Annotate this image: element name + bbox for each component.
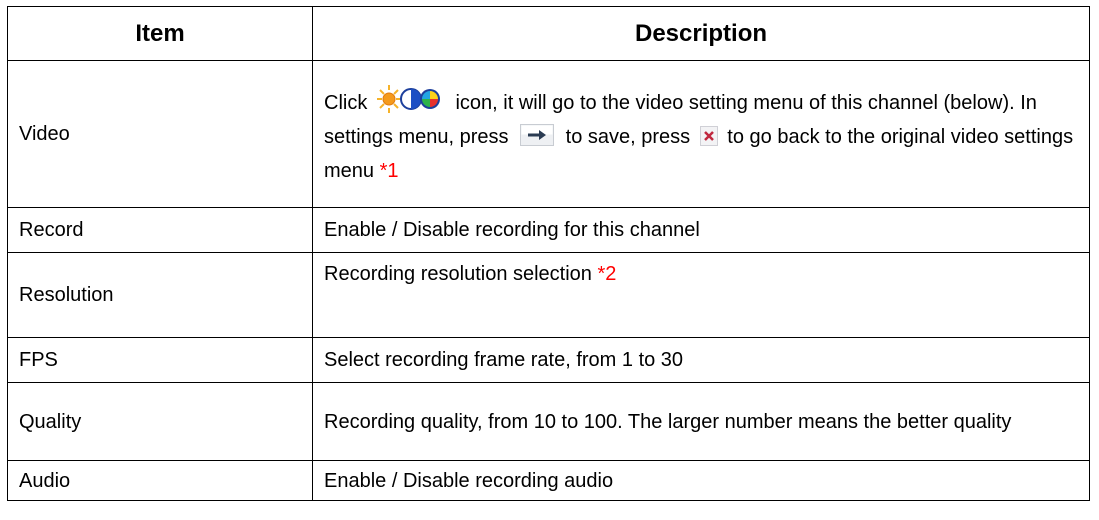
description-resolution-text: Recording resolution selection <box>324 263 592 285</box>
footnote-marker-2: *2 <box>597 263 617 285</box>
item-column-header: Item <box>7 6 313 61</box>
description-quality: Recording quality, from 10 to 100. The l… <box>312 382 1090 461</box>
table-row-video: Video Click icon, it will go to the vide… <box>7 60 1090 208</box>
description-video-text-1: Click <box>324 91 368 114</box>
description-column-header: Description <box>312 6 1090 61</box>
item-video: Video <box>7 60 313 208</box>
item-audio: Audio <box>7 460 313 501</box>
table-row-quality: Quality Recording quality, from 10 to 10… <box>7 382 1090 461</box>
description-audio: Enable / Disable recording audio <box>312 460 1090 501</box>
description-video-text-3: to save, press <box>565 125 691 148</box>
close-x-icon[interactable] <box>699 123 718 146</box>
table-row-fps: FPS Select recording frame rate, from 1 … <box>7 337 1090 383</box>
table-row-record: Record Enable / Disable recording for th… <box>7 207 1090 253</box>
table-header-row: Item Description <box>7 6 1090 61</box>
table-row-resolution: Resolution Recording resolution selectio… <box>7 252 1090 338</box>
brightness-contrast-color-icon[interactable] <box>376 81 441 117</box>
description-video: Click icon, it will go to the video sett… <box>312 60 1090 208</box>
item-record: Record <box>7 207 313 253</box>
description-fps: Select recording frame rate, from 1 to 3… <box>312 337 1090 383</box>
description-record: Enable / Disable recording for this chan… <box>312 207 1090 253</box>
item-fps: FPS <box>7 337 313 383</box>
arrow-right-save-icon[interactable] <box>520 123 555 146</box>
description-resolution: Recording resolution selection *2 <box>312 252 1090 338</box>
item-resolution: Resolution <box>7 252 313 338</box>
table-row-audio: Audio Enable / Disable recording audio <box>7 460 1090 501</box>
settings-description-table: Item Description Video Click icon, it wi… <box>7 6 1090 501</box>
item-quality: Quality <box>7 382 313 461</box>
footnote-marker-1: *1 <box>379 159 399 182</box>
